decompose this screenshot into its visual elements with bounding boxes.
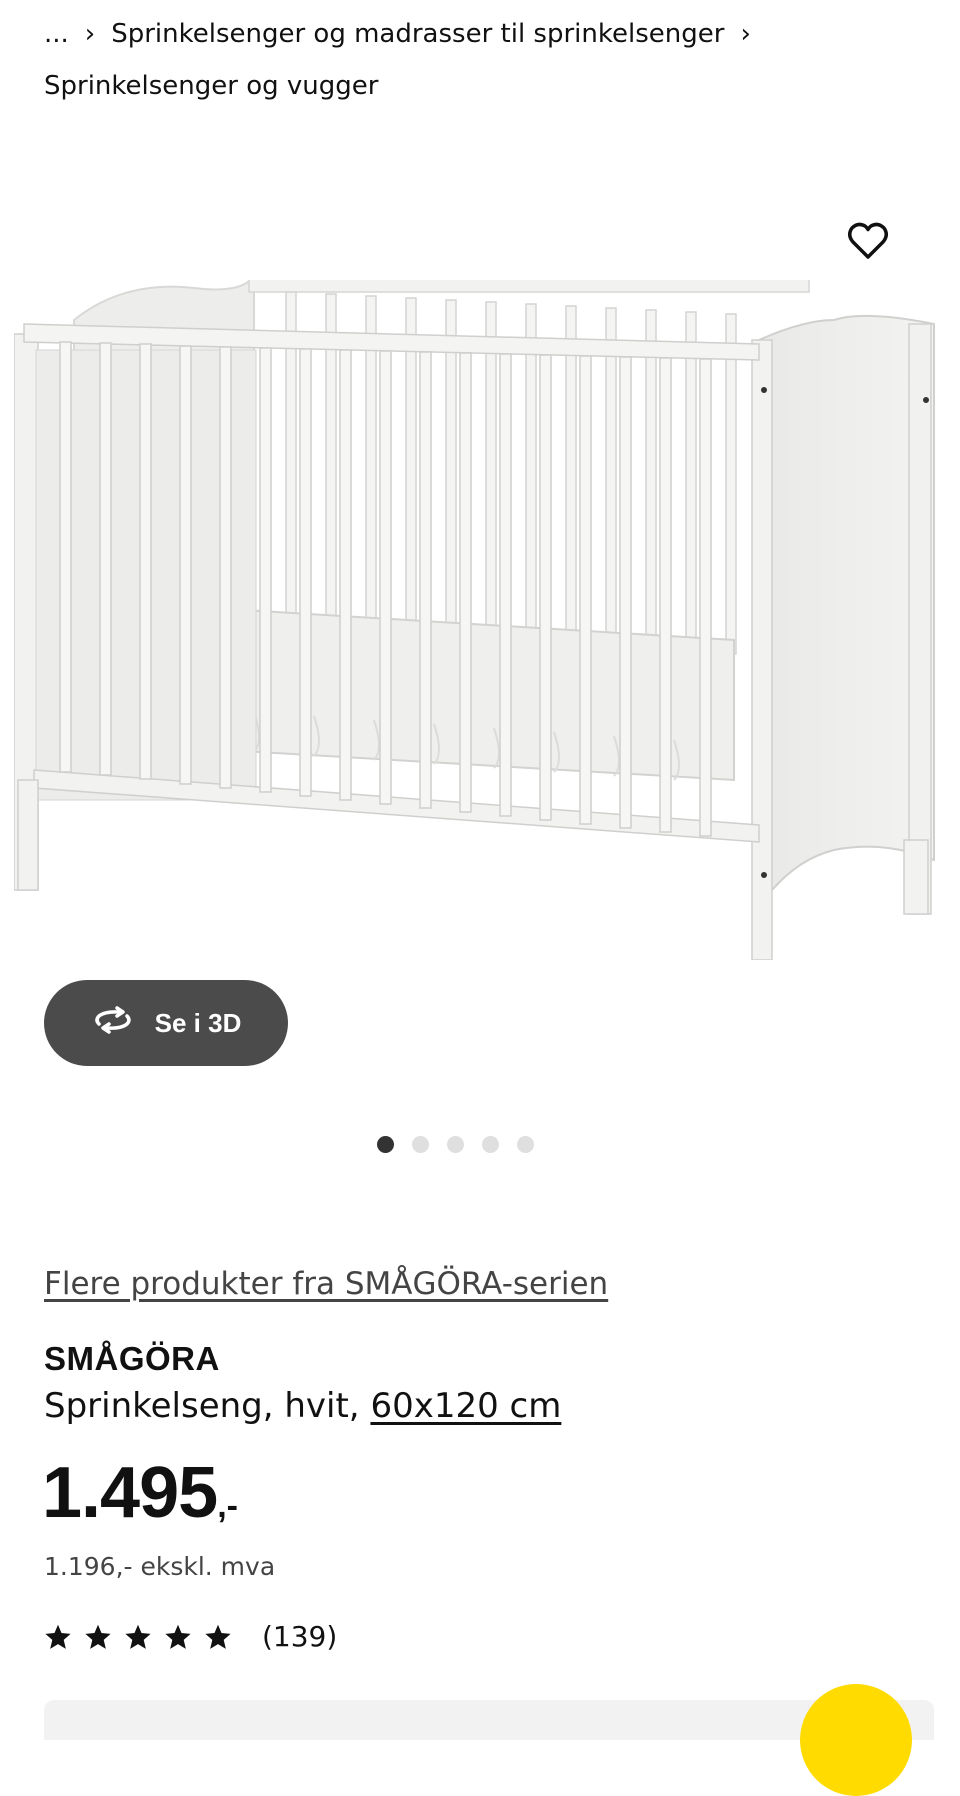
gallery-dot-2[interactable] — [411, 1136, 429, 1153]
chevron-right-icon: › — [740, 19, 751, 49]
star-icon — [85, 1624, 111, 1649]
gallery-dot-3[interactable] — [446, 1136, 464, 1153]
rating-count: (139) — [262, 1620, 338, 1653]
star-icon — [125, 1624, 151, 1649]
product-rating[interactable]: (139) — [44, 1620, 337, 1653]
gallery-pagination — [0, 1136, 960, 1153]
breadcrumb-item-cribs-cradles[interactable]: Sprinkelsenger og vugger — [44, 60, 378, 112]
gallery-dot-5[interactable] — [516, 1136, 534, 1153]
star-icon — [205, 1624, 231, 1649]
price-suffix: ,- — [217, 1487, 238, 1525]
product-type: Sprinkelseng, hvit, — [44, 1386, 360, 1426]
breadcrumb-row-2: Sprinkelsenger og vugger — [44, 60, 934, 112]
gallery-dot-4[interactable] — [481, 1136, 499, 1153]
rating-stars — [44, 1623, 232, 1651]
breadcrumb-ellipsis[interactable]: ... — [44, 8, 69, 60]
price-excl-vat: 1.196,- ekskl. mva — [44, 1552, 276, 1581]
gallery-dot-1[interactable] — [376, 1136, 394, 1153]
star-icon — [45, 1624, 71, 1649]
series-link[interactable]: Flere produkter fra SMÅGÖRA-serien — [44, 1266, 608, 1302]
chevron-right-icon: › — [84, 19, 96, 49]
add-to-cart-button[interactable] — [800, 1684, 912, 1796]
product-image-gallery[interactable] — [0, 180, 960, 990]
rotate-3d-icon — [91, 1005, 135, 1041]
breadcrumb-item-cribs-mattresses[interactable]: Sprinkelsenger og madrasser til sprinkel… — [111, 8, 724, 60]
view-in-3d-label: Se i 3D — [154, 1007, 242, 1038]
product-size-link[interactable]: 60x120 cm — [370, 1386, 561, 1426]
price-amount: 1.495 — [42, 1453, 218, 1533]
product-name: SMÅGÖRA — [44, 1340, 220, 1377]
product-price: 1.495,- — [42, 1452, 238, 1534]
product-image-crib — [14, 280, 935, 960]
star-icon — [165, 1624, 191, 1649]
favorite-heart-icon[interactable] — [844, 216, 892, 264]
view-in-3d-button[interactable]: Se i 3D — [44, 980, 288, 1066]
product-description: Sprinkelseng, hvit, 60x120 cm — [44, 1386, 561, 1426]
breadcrumb-row-1: ... › Sprinkelsenger og madrasser til sp… — [44, 8, 934, 60]
breadcrumb: ... › Sprinkelsenger og madrasser til sp… — [44, 8, 934, 112]
